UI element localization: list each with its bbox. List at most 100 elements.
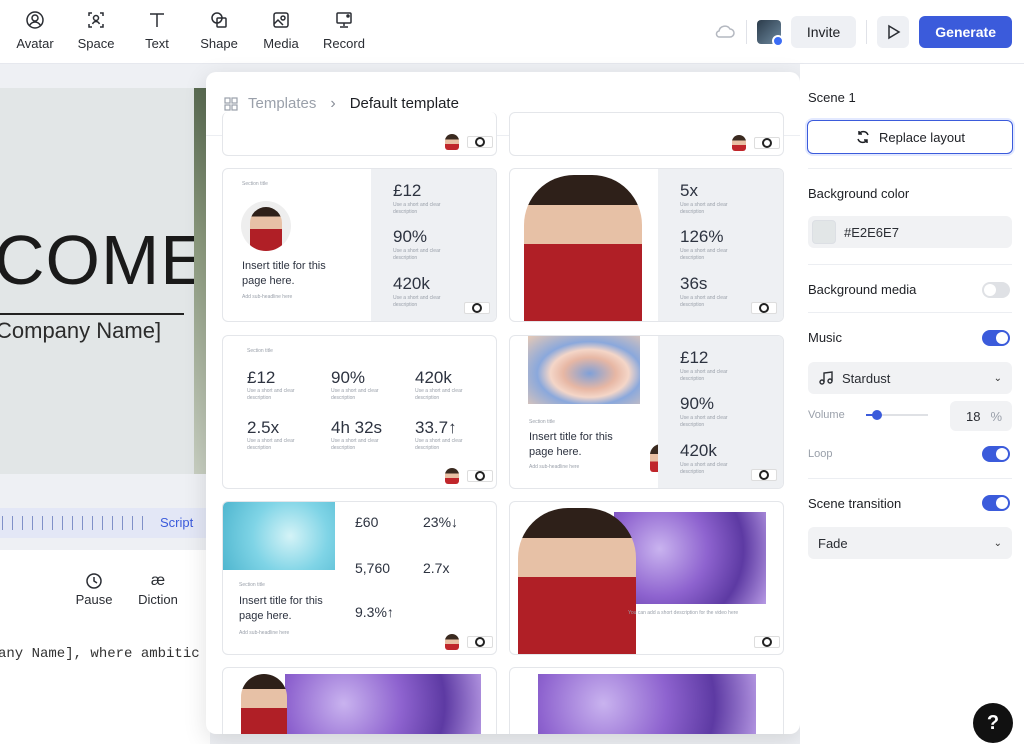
template-card-8[interactable] — [509, 667, 784, 734]
scene-title: Scene 1 — [808, 90, 856, 105]
template-card-partial-left[interactable] — [222, 112, 497, 156]
replace-layout-button[interactable]: Replace layout — [807, 120, 1013, 154]
stat-desc: Use a short and clear description — [680, 415, 728, 428]
template-card-5[interactable]: Section title Insert title for this page… — [222, 501, 497, 655]
bg-media-toggle[interactable] — [982, 282, 1010, 298]
canvas-headline[interactable]: COME — [0, 220, 208, 300]
stat-desc: Use a short and clear description — [415, 438, 463, 451]
avatar-tool-label: Avatar — [16, 36, 54, 51]
template-card-2[interactable]: 5x Use a short and clear description 126… — [509, 168, 784, 322]
stat-desc: Use a short and clear description — [680, 202, 728, 215]
grid-icon — [224, 96, 238, 111]
stats-area: 5x Use a short and clear description 126… — [658, 169, 783, 321]
replace-layout-label: Replace layout — [879, 129, 965, 145]
avatar-tool[interactable]: Avatar — [4, 10, 66, 51]
record-tool-label: Record — [323, 36, 365, 51]
volume-label: Volume — [808, 409, 845, 421]
bg-color-value[interactable]: #E2E6E7 — [844, 225, 899, 240]
preview-play-button[interactable] — [877, 16, 910, 48]
avatar-thumb — [445, 134, 459, 150]
stat-value: 4h 32s — [331, 418, 383, 437]
help-button[interactable]: ? — [973, 703, 1013, 743]
template-card-6[interactable]: You can add a short description for the … — [509, 501, 784, 655]
abstract-image — [614, 512, 766, 604]
stat-desc: Use a short and clear description — [680, 248, 728, 261]
stat-value: £12 — [393, 181, 422, 200]
divider — [808, 264, 1012, 265]
ae-ligature-icon: æ — [150, 572, 166, 589]
template-card-4[interactable]: Section title Insert title for this page… — [509, 335, 784, 489]
shape-tool[interactable]: Shape — [188, 10, 250, 51]
music-track-select[interactable]: Stardust ⌄ — [808, 362, 1012, 394]
avatar-icon — [26, 11, 44, 29]
script-text[interactable]: any Name], where ambitic — [0, 646, 200, 662]
generate-button[interactable]: Generate — [919, 16, 1012, 48]
card-title: Insert title for this page here. — [242, 260, 326, 287]
music-track-name: Stardust — [842, 370, 891, 386]
scene-transition-toggle[interactable] — [982, 495, 1010, 511]
scene-transition-label: Scene transition — [808, 496, 902, 511]
volume-slider[interactable] — [866, 410, 928, 420]
media-tool[interactable]: Media — [250, 10, 312, 51]
stats-area: £12 Use a short and clear description 90… — [371, 169, 496, 321]
template-card-3[interactable]: Section title £12 Use a short and clear … — [222, 335, 497, 489]
breadcrumb-templates[interactable]: Templates — [248, 95, 316, 112]
timeline-bar[interactable]: Script — [0, 508, 210, 538]
divider — [808, 168, 1012, 169]
color-swatch[interactable] — [812, 220, 836, 244]
clock-icon — [85, 570, 103, 592]
stat-value: £12 — [247, 368, 276, 387]
card-title: Insert title for this page here. — [529, 431, 613, 458]
music-label: Music — [808, 330, 842, 345]
bg-media-label: Background media — [808, 282, 917, 297]
scene-canvas[interactable]: COME Company Name] — [0, 88, 210, 474]
diction-control[interactable]: æ Diction — [128, 570, 188, 607]
chevron-down-icon: ⌄ — [993, 372, 1002, 384]
stat-desc: Use a short and clear description — [331, 388, 379, 401]
text-tool[interactable]: Text — [126, 10, 188, 51]
presenter-image — [518, 508, 636, 654]
template-card-1[interactable]: Section title Insert title for this page… — [222, 168, 497, 322]
play-icon — [888, 24, 901, 40]
stat-value: 420k — [393, 274, 430, 293]
loop-toggle[interactable] — [982, 446, 1010, 462]
stat-value: 420k — [680, 441, 717, 460]
logo-mark — [751, 469, 777, 481]
space-tool[interactable]: Space — [65, 10, 127, 51]
stat-value: 90% — [393, 227, 428, 246]
stat-value: 2.5x — [247, 418, 280, 437]
record-tool[interactable]: Record — [313, 10, 375, 51]
volume-value[interactable]: 18 — [966, 409, 980, 424]
template-card-7[interactable] — [222, 667, 497, 734]
volume-knob[interactable] — [872, 410, 883, 420]
avatar-circle — [241, 201, 291, 251]
cloud-sync-icon — [715, 25, 735, 38]
divider — [866, 20, 868, 44]
volume-input[interactable]: 18 % — [950, 401, 1012, 431]
music-toggle[interactable] — [982, 330, 1010, 346]
section-title: Section title — [239, 582, 265, 588]
invite-button[interactable]: Invite — [790, 16, 857, 48]
presenter-image — [524, 175, 642, 321]
abstract-image — [285, 674, 481, 734]
user-avatar[interactable] — [756, 20, 784, 47]
stat-desc: Use a short and clear description — [331, 438, 379, 451]
abstract-image — [538, 674, 756, 734]
record-icon — [336, 12, 352, 28]
template-card-partial-right[interactable] — [509, 112, 784, 156]
bg-color-field[interactable]: #E2E6E7 — [808, 216, 1012, 248]
logo-mark — [467, 136, 493, 148]
timeline-script-label[interactable]: Script — [160, 515, 193, 530]
canvas-divider-line — [0, 313, 184, 315]
stat-desc: Use a short and clear description — [680, 369, 728, 382]
pause-control[interactable]: Pause — [64, 570, 124, 607]
stat-value: £12 — [680, 348, 709, 367]
canvas-company-name[interactable]: Company Name] — [0, 318, 161, 344]
logo-mark — [467, 470, 493, 482]
presenter-image — [241, 674, 287, 734]
card-sub: Add sub-headline here — [529, 464, 580, 470]
script-editor: Pause æ Diction any Name], where ambitic — [0, 550, 210, 744]
transition-select[interactable]: Fade ⌄ — [808, 527, 1012, 559]
divider — [745, 20, 747, 44]
stat-desc: Use a short and clear description — [247, 388, 295, 401]
